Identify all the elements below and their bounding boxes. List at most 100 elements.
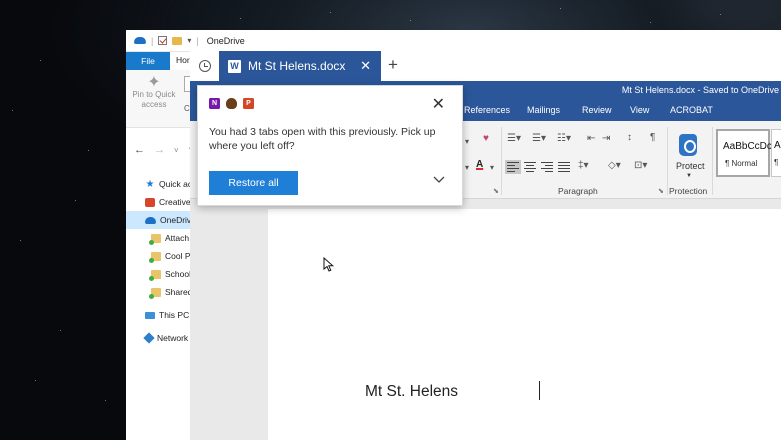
- font-dialog-launcher-icon[interactable]: ⬊: [493, 187, 499, 195]
- font-size-dropdown-icon[interactable]: ▾: [465, 137, 469, 146]
- sort-icon[interactable]: ↕: [627, 132, 632, 143]
- clock-icon: [198, 60, 211, 72]
- increase-indent-icon[interactable]: ⇥: [602, 133, 610, 144]
- style-sample: AaBbCcDc: [723, 141, 772, 152]
- style-name: ¶ Normal: [725, 159, 758, 168]
- restore-all-button[interactable]: Restore all: [209, 171, 298, 195]
- tree-item-label: Creative: [159, 197, 191, 207]
- tab-history-button[interactable]: [190, 51, 219, 81]
- restore-tabs-popup: N P ✕ You had 3 tabs open with this prev…: [197, 85, 463, 206]
- explorer-titlebar: | ▾ | OneDrive: [126, 30, 781, 52]
- multilevel-list-icon[interactable]: ☷▾: [557, 133, 571, 144]
- explorer-window-title: OneDrive: [206, 35, 245, 46]
- tree-item-shared[interactable]: Shared: [126, 283, 196, 301]
- popup-message: You had 3 tabs open with this previously…: [209, 126, 436, 152]
- tree-item-label: Cool P: [165, 251, 191, 261]
- tree-item-cool-p[interactable]: Cool P: [126, 247, 196, 265]
- document-page[interactable]: Mt St. Helens: [268, 209, 781, 440]
- popup-close-icon[interactable]: ✕: [432, 94, 445, 114]
- tree-item-label: Quick ac: [159, 179, 193, 189]
- protect-dropdown-icon[interactable]: ▼: [686, 173, 692, 179]
- protect-icon[interactable]: [679, 134, 697, 156]
- bullets-icon[interactable]: ☰▾: [507, 133, 521, 144]
- quick-access-star-icon: ★: [145, 178, 155, 190]
- quick-access-toolbar: | ▾ |: [134, 36, 199, 46]
- tree-item-network[interactable]: Network: [126, 329, 196, 347]
- protect-button-label[interactable]: Protect: [676, 161, 705, 171]
- borders-icon[interactable]: ⊡▾: [634, 160, 647, 171]
- tree-item-label: OneDriv: [160, 215, 192, 225]
- onedrive-cloud-icon: [145, 216, 156, 224]
- tree-item-this-pc[interactable]: This PC: [126, 306, 196, 324]
- tab-title: Mt St Helens.docx: [248, 59, 346, 73]
- window-tab-bar: W Mt St Helens.docx ✕ +: [190, 51, 781, 81]
- document-body-text[interactable]: Mt St. Helens: [365, 383, 458, 401]
- style-normal[interactable]: AaBbCcDc ¶ Normal: [716, 129, 772, 177]
- tab-home[interactable]: Hor: [176, 55, 190, 65]
- font-color-dropdown-icon[interactable]: ▾: [490, 163, 494, 172]
- line-spacing-icon[interactable]: ‡▾: [578, 160, 589, 171]
- mouse-pointer-icon: [323, 256, 335, 277]
- tab-references[interactable]: References: [464, 105, 510, 115]
- tree-item-attachments[interactable]: Attach: [126, 229, 196, 247]
- forward-button[interactable]: →: [154, 144, 165, 156]
- clear-formatting-icon[interactable]: ♥: [483, 133, 489, 144]
- network-icon: [143, 332, 155, 344]
- protection-group-label: Protection: [669, 186, 708, 196]
- pin-to-quick-access-button[interactable]: ✦ Pin to Quick access: [130, 74, 178, 110]
- powerpoint-icon: P: [243, 98, 254, 109]
- tab-mailings[interactable]: Mailings: [527, 105, 560, 115]
- font-color-icon[interactable]: A: [476, 159, 483, 170]
- creative-cloud-icon: [145, 197, 155, 207]
- back-button[interactable]: ←: [134, 144, 145, 156]
- explorer-navigation: ← → ˅ ↑: [126, 138, 196, 162]
- new-tab-button[interactable]: +: [388, 55, 398, 75]
- align-right-icon[interactable]: [539, 160, 555, 174]
- tree-item-label: This PC: [159, 310, 190, 320]
- tree-item-quick-access[interactable]: ★ Quick ac: [126, 175, 196, 193]
- highlight-dropdown-icon[interactable]: ▾: [465, 163, 469, 172]
- pin-icon: ✦: [147, 74, 161, 91]
- navigation-pane: ★ Quick ac Creative OneDriv Attach Cool …: [126, 175, 196, 347]
- pin-to-quick-access-label: Pin to Quick access: [132, 90, 176, 109]
- justify-icon[interactable]: [556, 160, 572, 174]
- tab-review[interactable]: Review: [582, 105, 612, 115]
- paragraph-dialog-launcher-icon[interactable]: ⬊: [658, 187, 664, 195]
- decrease-indent-icon[interactable]: ⇤: [587, 133, 595, 144]
- style-name: ¶: [774, 158, 779, 167]
- close-tab-icon[interactable]: ✕: [360, 58, 371, 74]
- tree-item-school[interactable]: School: [126, 265, 196, 283]
- popup-app-icons: N P: [209, 98, 254, 109]
- document-area: Mt St. Helens: [190, 199, 781, 440]
- copy-button-label[interactable]: C: [184, 104, 190, 113]
- tab-acrobat[interactable]: ACROBAT: [670, 105, 713, 115]
- tree-item-label: Network: [157, 333, 189, 343]
- customize-toolbar-chevron-icon[interactable]: ▾: [187, 36, 191, 45]
- this-pc-icon: [145, 311, 155, 319]
- show-marks-icon[interactable]: ¶: [650, 132, 655, 143]
- synced-folder-icon: [149, 233, 161, 245]
- onedrive-icon: [134, 37, 146, 44]
- tree-item-onedrive[interactable]: OneDriv: [126, 211, 196, 229]
- style-next[interactable]: A ¶: [771, 129, 781, 177]
- style-sample: A: [774, 140, 781, 151]
- synced-folder-icon: [149, 251, 161, 263]
- align-left-icon[interactable]: [505, 160, 521, 174]
- synced-folder-icon: [149, 269, 161, 281]
- tab-file[interactable]: File: [126, 52, 170, 70]
- tab-view[interactable]: View: [630, 105, 649, 115]
- new-folder-icon[interactable]: [172, 36, 183, 45]
- synced-folder-icon: [149, 287, 161, 299]
- text-caret: [539, 381, 541, 400]
- paragraph-group-label: Paragraph: [558, 186, 598, 196]
- shading-icon[interactable]: ◇▾: [608, 160, 621, 171]
- tree-item-creative-cloud[interactable]: Creative: [126, 193, 196, 211]
- expand-chevron-down-icon[interactable]: [433, 176, 445, 188]
- align-center-icon[interactable]: [522, 160, 538, 174]
- tab-mt-st-helens[interactable]: W Mt St Helens.docx ✕: [219, 51, 381, 81]
- tree-item-label: School: [165, 269, 191, 279]
- numbering-icon[interactable]: ☰▾: [532, 133, 546, 144]
- onenote-icon: N: [209, 98, 220, 109]
- recent-locations-dropdown[interactable]: ˅: [174, 146, 179, 155]
- properties-icon[interactable]: [158, 36, 168, 45]
